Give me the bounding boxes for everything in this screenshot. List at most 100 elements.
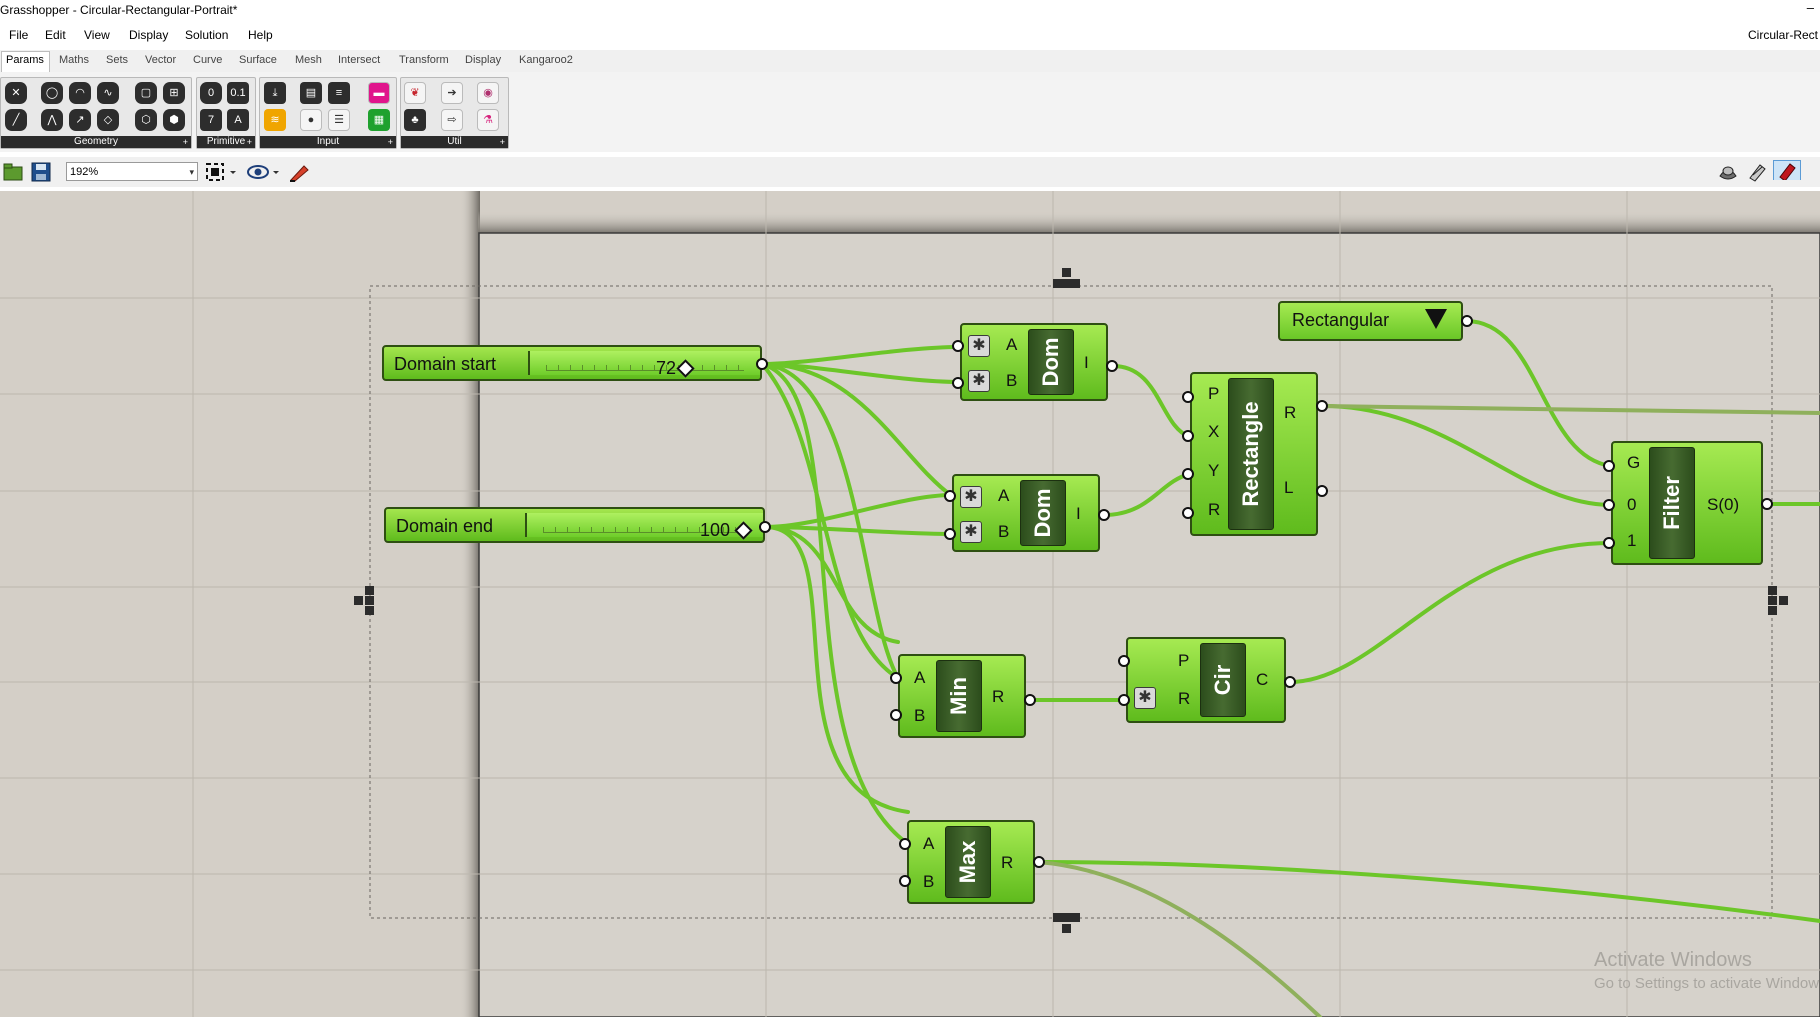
slider-domain-end[interactable]: Domain end 100	[384, 507, 765, 543]
sketch-pen-icon[interactable]	[288, 162, 312, 182]
component-domain-1[interactable]: ✱ ✱ A B Dom I	[960, 323, 1108, 401]
input-g[interactable]: G	[1627, 453, 1640, 473]
toggle-icon[interactable]: ●	[300, 109, 322, 131]
box-param-icon[interactable]: ▢	[135, 82, 157, 104]
polyline-param-icon[interactable]: ⋀	[41, 109, 63, 131]
component-rectangle[interactable]: P X Y R Rectangle R L	[1190, 372, 1318, 536]
menu-edit[interactable]: Edit	[45, 28, 66, 42]
line-param-icon[interactable]: ╱	[5, 109, 27, 131]
component-min[interactable]: A B Min R	[898, 654, 1026, 738]
curve-param-icon[interactable]: ∿	[97, 82, 119, 104]
number-param-icon[interactable]: 0.1	[227, 82, 249, 104]
output-r[interactable]: R	[992, 687, 1004, 707]
digit-param-icon[interactable]: 7	[200, 109, 222, 131]
ribbon-group-expand[interactable]: +	[388, 136, 393, 148]
ribbon-group-expand[interactable]: +	[500, 136, 505, 148]
relay-icon[interactable]: ⇨	[441, 109, 463, 131]
component-domain-2[interactable]: ✱ ✱ A B Dom I	[952, 474, 1100, 552]
input-p[interactable]: P	[1208, 384, 1219, 404]
arc-param-icon[interactable]: ◠	[69, 82, 91, 104]
tab-params[interactable]: Params	[1, 51, 50, 72]
tab-surface[interactable]: Surface	[239, 54, 277, 66]
minimize-button[interactable]: –	[1807, 0, 1814, 15]
menu-display[interactable]: Display	[129, 28, 168, 42]
surface-param-icon[interactable]: ⬡	[135, 109, 157, 131]
input-a[interactable]: A	[998, 486, 1009, 506]
circle-param-icon[interactable]: ◯	[41, 82, 63, 104]
output-i[interactable]: I	[1076, 504, 1081, 524]
wireframe-preview-icon[interactable]	[1717, 162, 1739, 182]
selected-preview-icon[interactable]	[1773, 160, 1801, 180]
plane-param-icon[interactable]: ◇	[97, 109, 119, 131]
document-tab[interactable]: Circular-Rect	[1748, 28, 1818, 42]
panel-icon[interactable]: ▤	[300, 82, 322, 104]
cherry-picker-icon[interactable]: ❦	[404, 82, 426, 104]
menu-view[interactable]: View	[84, 28, 110, 42]
menu-help[interactable]: Help	[248, 28, 273, 42]
open-file-icon[interactable]	[3, 162, 23, 182]
component-max[interactable]: A B Max R	[907, 820, 1035, 904]
data-input-icon[interactable]: ⤓	[264, 82, 286, 104]
ribbon-group-expand[interactable]: +	[247, 136, 252, 148]
slider-icon[interactable]: ≡	[328, 82, 350, 104]
input-a[interactable]: A	[1006, 335, 1017, 355]
data-output-icon[interactable]: ➔	[441, 82, 463, 104]
input-b[interactable]: B	[914, 706, 925, 726]
ribbon-group-expand[interactable]: +	[183, 136, 188, 148]
value-list-shape[interactable]: Rectangular	[1278, 301, 1463, 341]
tree-icon[interactable]: ♣	[404, 109, 426, 131]
slider-knob[interactable]	[676, 359, 695, 378]
input-a[interactable]: A	[923, 834, 934, 854]
input-a[interactable]: A	[914, 668, 925, 688]
tab-intersect[interactable]: Intersect	[338, 54, 380, 66]
tab-mesh[interactable]: Mesh	[295, 54, 322, 66]
component-circle[interactable]: ✱ P R Cir C	[1126, 637, 1286, 723]
tab-kangaroo2[interactable]: Kangaroo2	[519, 54, 573, 66]
point-param-icon[interactable]: ✕	[5, 82, 27, 104]
value-list-icon[interactable]: ☰	[328, 109, 350, 131]
text-param-icon[interactable]: A	[227, 109, 249, 131]
output-i[interactable]: I	[1084, 353, 1089, 373]
jump-icon[interactable]: ◉	[477, 82, 499, 104]
slider-domain-start[interactable]: Domain start 72	[382, 345, 762, 381]
slider-knob[interactable]	[734, 521, 753, 540]
vector-param-icon[interactable]: ↗	[69, 109, 91, 131]
preview-eye-icon[interactable]	[246, 162, 282, 182]
menu-file[interactable]: File	[9, 28, 28, 42]
input-b[interactable]: B	[1006, 371, 1017, 391]
tab-sets[interactable]: Sets	[106, 54, 128, 66]
menu-solution[interactable]: Solution	[185, 28, 228, 42]
grasshopper-canvas[interactable]: Domain start 72 Domain end 100 Rectangul…	[0, 191, 1820, 1017]
integer-param-icon[interactable]: 0	[200, 82, 222, 104]
input-p[interactable]: P	[1178, 651, 1189, 671]
mesh-param-icon[interactable]: ⊞	[163, 82, 185, 104]
dropdown-triangle-icon[interactable]	[1425, 309, 1447, 329]
output-r[interactable]: R	[1001, 853, 1013, 873]
flask-icon[interactable]: ⚗	[477, 109, 499, 131]
input-x[interactable]: X	[1208, 422, 1219, 442]
graph-mapper-icon[interactable]: ≋	[264, 109, 286, 131]
input-b[interactable]: B	[923, 872, 934, 892]
gradient-icon[interactable]: ▦	[368, 109, 390, 131]
output-c[interactable]: C	[1256, 670, 1268, 690]
slider-track[interactable]: 100	[525, 513, 763, 540]
shaded-preview-icon[interactable]	[1746, 162, 1768, 182]
input-b[interactable]: B	[998, 522, 1009, 542]
output-l[interactable]: L	[1284, 478, 1293, 498]
tab-transform[interactable]: Transform	[399, 54, 449, 66]
colour-swatch-icon[interactable]: ▬	[368, 82, 390, 104]
slider-track[interactable]: 72	[528, 351, 760, 378]
tab-display[interactable]: Display	[465, 54, 501, 66]
brep-param-icon[interactable]: ⬢	[163, 109, 185, 131]
save-file-icon[interactable]	[31, 162, 51, 182]
zoom-extents-icon[interactable]	[205, 162, 239, 182]
tab-vector[interactable]: Vector	[145, 54, 176, 66]
input-y[interactable]: Y	[1208, 461, 1219, 481]
input-r[interactable]: R	[1178, 689, 1190, 709]
tab-curve[interactable]: Curve	[193, 54, 222, 66]
tab-maths[interactable]: Maths	[59, 54, 89, 66]
input-0[interactable]: 0	[1627, 495, 1636, 515]
input-1[interactable]: 1	[1627, 531, 1636, 551]
input-r[interactable]: R	[1208, 500, 1220, 520]
output-s0[interactable]: S(0)	[1707, 495, 1739, 515]
